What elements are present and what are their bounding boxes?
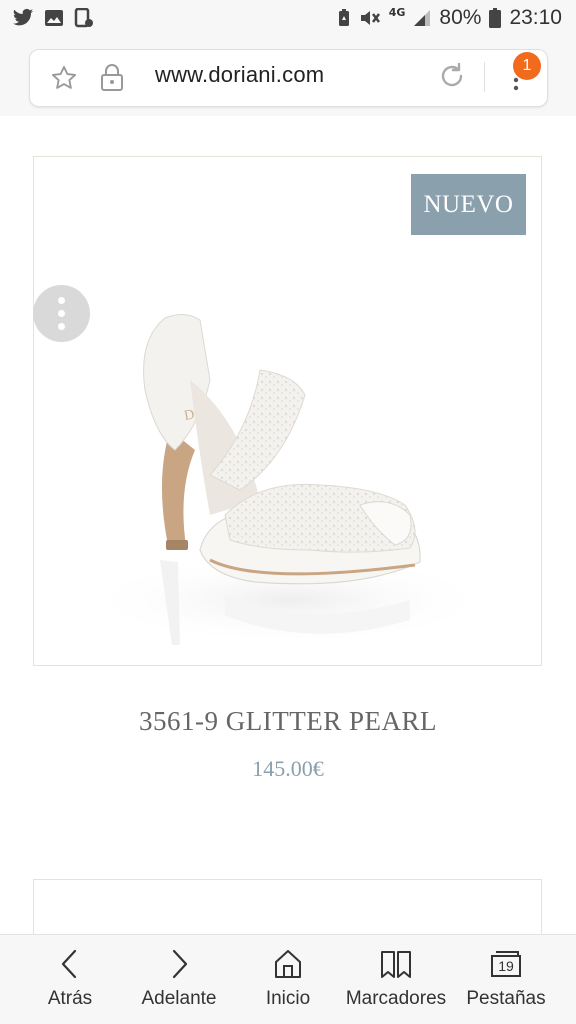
notification-badge[interactable]: 1 bbox=[513, 52, 541, 80]
nav-home[interactable]: Inicio bbox=[248, 934, 328, 1024]
nav-home-label: Inicio bbox=[265, 988, 311, 1009]
status-bar-left bbox=[12, 8, 94, 28]
status-bar-right: 4G 80% 23:10 bbox=[337, 6, 562, 30]
home-icon bbox=[275, 950, 301, 978]
product-image[interactable]: D bbox=[60, 300, 510, 660]
twitter-icon bbox=[12, 8, 34, 26]
nav-back-label: Atrás bbox=[47, 988, 93, 1009]
nav-bookmarks-label: Marcadores bbox=[345, 988, 447, 1009]
chevron-left-icon bbox=[61, 949, 77, 979]
nav-forward[interactable]: Adelante bbox=[133, 934, 225, 1024]
signal-icon bbox=[414, 10, 431, 26]
bookmarks-icon bbox=[381, 951, 411, 978]
screenshot-icon bbox=[74, 8, 93, 28]
nav-tabs[interactable]: 19 Pestañas bbox=[462, 934, 550, 1024]
battery-percent: 80% bbox=[439, 6, 482, 29]
battery-saver-icon bbox=[338, 9, 349, 26]
tabs-icon: 19 bbox=[489, 948, 523, 980]
mute-icon bbox=[360, 11, 380, 25]
product-price: 145.00€ bbox=[252, 756, 324, 781]
reload-icon[interactable] bbox=[437, 61, 467, 91]
tabs-count: 19 bbox=[498, 958, 514, 974]
url-text[interactable]: www.doriani.com bbox=[155, 62, 324, 88]
nav-forward-label: Adelante bbox=[141, 988, 217, 1009]
toolbar-divider bbox=[484, 62, 485, 92]
network-type: 4G bbox=[388, 5, 406, 19]
nav-tabs-label: Pestañas bbox=[466, 988, 546, 1009]
lock-icon bbox=[101, 64, 123, 91]
battery-icon bbox=[489, 8, 502, 28]
gallery-icon bbox=[45, 10, 63, 26]
clock: 23:10 bbox=[509, 6, 562, 29]
nav-back[interactable]: Atrás bbox=[28, 934, 112, 1024]
chevron-right-icon bbox=[172, 949, 188, 979]
nav-bookmarks[interactable]: Marcadores bbox=[340, 934, 452, 1024]
product-title[interactable]: 3561-9 GLITTER PEARL bbox=[0, 706, 576, 737]
new-badge: NUEVO bbox=[411, 174, 526, 235]
star-icon[interactable] bbox=[50, 64, 78, 92]
